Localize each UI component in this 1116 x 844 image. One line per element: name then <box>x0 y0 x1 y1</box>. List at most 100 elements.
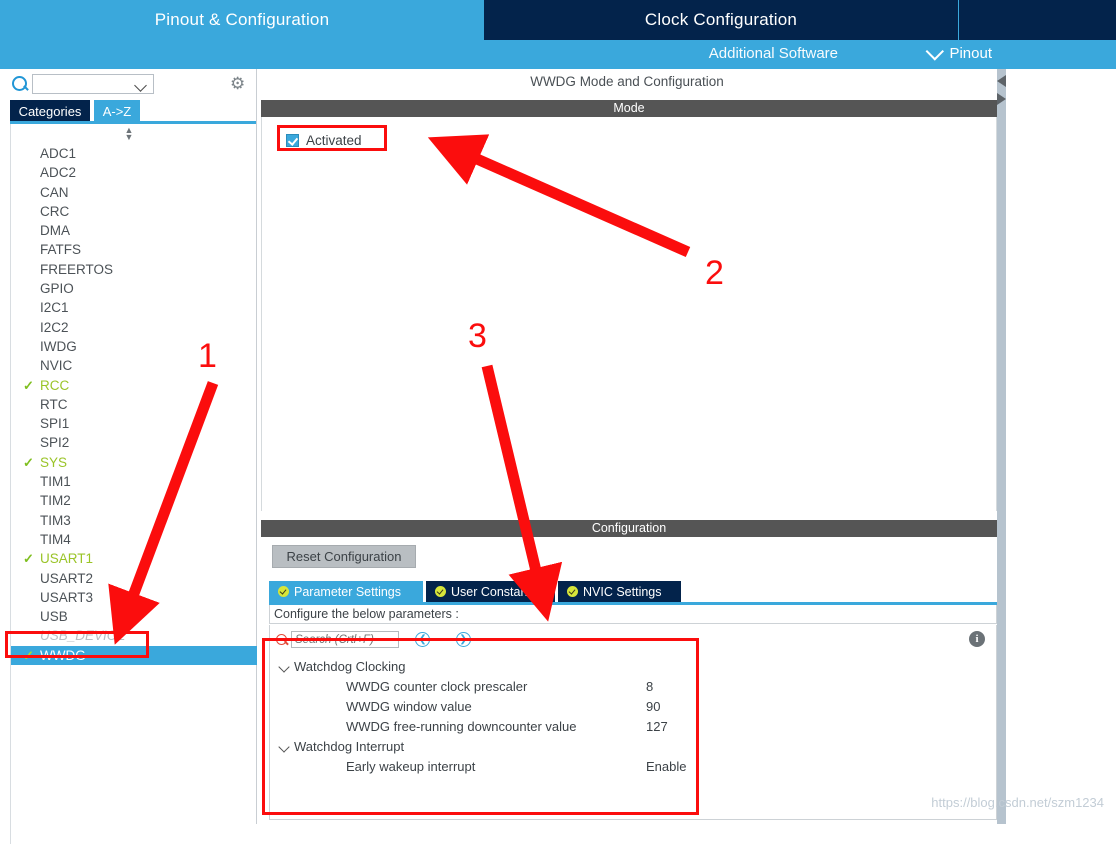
sidebar-item-i2c2[interactable]: I2C2 <box>11 318 257 337</box>
sidebar-item-label: FATFS <box>40 242 82 258</box>
sidebar-item-i2c1[interactable]: I2C1 <box>11 298 257 317</box>
sidebar-tab-az-label: A->Z <box>102 103 132 119</box>
sidebar-item-rtc[interactable]: RTC <box>11 395 257 414</box>
sidebar-tab-az[interactable]: A->Z <box>94 100 140 122</box>
annotation-number-2: 2 <box>705 254 724 292</box>
sidebar-search-combo[interactable] <box>32 74 154 94</box>
sidebar-item-tim3[interactable]: TIM3 <box>11 511 257 530</box>
gear-icon[interactable]: ⚙ <box>230 75 247 92</box>
sidebar-item-label: DMA <box>40 223 70 239</box>
sidebar-item-label: TIM2 <box>40 493 71 509</box>
sidebar-item-label: FREERTOS <box>40 261 114 277</box>
sidebar-item-freertos[interactable]: FREERTOS <box>11 260 257 279</box>
sidebar-item-adc1[interactable]: ADC1 <box>11 144 257 163</box>
peripheral-list-items: ADC1 ADC2 CAN CRC DMA FATFS FREERTOS GPIO I2C1 I2… <box>11 144 257 665</box>
parameter-group-header[interactable]: Watchdog Interrupt <box>276 737 976 757</box>
sidebar-item-label: SPI1 <box>40 416 70 432</box>
sidebar-item-fatfs[interactable]: FATFS <box>11 240 257 259</box>
tab-extra[interactable] <box>959 0 1116 40</box>
mode-section-body: Activated <box>261 117 997 511</box>
sidebar-item-label: USB <box>40 609 68 625</box>
sidebar-item-label: CRC <box>40 203 70 219</box>
sidebar-tab-categories-label: Categories <box>18 103 82 119</box>
sidebar-item-label: USB_DEVICE <box>40 628 126 644</box>
sidebar-item-tim1[interactable]: TIM1 <box>11 472 257 491</box>
sidebar-item-dma[interactable]: DMA <box>11 221 257 240</box>
parameter-group-header[interactable]: Watchdog Clocking <box>276 657 976 677</box>
sidebar-item-can[interactable]: CAN <box>11 183 257 202</box>
sidebar-item-label: TIM4 <box>40 531 71 547</box>
sidebar-item-wwdg[interactable]: WWDG <box>11 645 257 665</box>
sidebar-tab-categories[interactable]: Categories <box>10 100 90 122</box>
reset-configuration-button[interactable]: Reset Configuration <box>272 545 416 568</box>
info-icon[interactable]: i <box>969 631 985 647</box>
sidebar-item-tim2[interactable]: TIM2 <box>11 491 257 510</box>
parameter-value[interactable]: Enable <box>646 757 686 777</box>
sidebar-item-rcc[interactable]: RCC <box>11 376 257 396</box>
sidebar-item-tim4[interactable]: TIM4 <box>11 530 257 549</box>
parameter-row[interactable]: WWDG window value 90 <box>276 697 976 717</box>
configuration-section-body: Reset Configuration Parameter Settings U… <box>261 537 997 824</box>
sidebar-tabs: Categories A->Z <box>0 100 256 122</box>
parameter-tree: Watchdog Clocking WWDG counter clock pres… <box>276 657 976 777</box>
parameter-row[interactable]: Early wakeup interrupt Enable <box>276 757 976 777</box>
parameter-value[interactable]: 8 <box>646 677 653 697</box>
tab-pinout-configuration[interactable]: Pinout & Configuration <box>0 0 484 40</box>
search-icon <box>12 76 27 91</box>
chevron-left-circle-icon[interactable]: ❮ <box>415 632 430 647</box>
check-circle-icon <box>278 586 289 597</box>
parameter-search-input[interactable] <box>291 631 399 648</box>
panel-splitter[interactable] <box>997 69 1006 824</box>
collapse-left-icon[interactable] <box>997 75 1006 87</box>
activated-checkbox-row[interactable]: Activated <box>286 133 362 148</box>
parameter-group-label: Watchdog Clocking <box>294 659 406 674</box>
sidebar-item-label: I2C2 <box>40 319 69 335</box>
right-pane <box>1006 69 1116 824</box>
sidebar-item-adc2[interactable]: ADC2 <box>11 163 257 182</box>
sidebar-item-iwdg[interactable]: IWDG <box>11 337 257 356</box>
watermark: https://blog.csdn.net/szm1234 <box>931 795 1104 810</box>
parameter-row[interactable]: WWDG free-running downcounter value 127 <box>276 717 976 737</box>
parameter-row[interactable]: WWDG counter clock prescaler 8 <box>276 677 976 697</box>
sidebar-item-usart3[interactable]: USART3 <box>11 588 257 607</box>
activated-checkbox[interactable] <box>286 134 299 147</box>
parameter-name: WWDG window value <box>346 699 472 714</box>
parameter-group-label: Watchdog Interrupt <box>294 739 405 754</box>
configure-parameters-note: Configure the below parameters : <box>269 605 997 624</box>
sidebar-item-spi2[interactable]: SPI2 <box>11 433 257 452</box>
peripheral-list: ▲ ▼ ADC1 ADC2 CAN CRC DMA FATFS FREERTOS GPIO I2C… <box>10 124 257 844</box>
sidebar-item-crc[interactable]: CRC <box>11 202 257 221</box>
sidebar-item-gpio[interactable]: GPIO <box>11 279 257 298</box>
tab-user-constants[interactable]: User Constants <box>426 581 555 602</box>
additional-software-link[interactable]: Additional Software <box>709 45 838 62</box>
sidebar-item-label: GPIO <box>40 281 74 297</box>
parameter-value[interactable]: 127 <box>646 717 668 737</box>
chevron-down-icon <box>134 79 147 92</box>
mode-section-header: Mode <box>261 100 997 117</box>
sidebar-item-label: SYS <box>40 454 68 470</box>
annotation-number-1: 1 <box>198 337 217 375</box>
pinout-dropdown-label: Pinout <box>949 45 992 62</box>
sidebar-item-label: RCC <box>40 377 70 393</box>
scroll-spinner-icon[interactable]: ▲ ▼ <box>121 126 137 142</box>
sidebar-item-sys[interactable]: SYS <box>11 453 257 473</box>
tab-clock-configuration[interactable]: Clock Configuration <box>484 0 958 40</box>
collapse-right-icon[interactable] <box>997 93 1006 105</box>
tab-pinout-label: Pinout & Configuration <box>154 10 330 29</box>
parameter-value[interactable]: 90 <box>646 697 660 717</box>
sidebar-item-nvic[interactable]: NVIC <box>11 356 257 375</box>
pinout-dropdown[interactable]: Pinout <box>926 42 992 62</box>
sidebar-item-label: NVIC <box>40 358 73 374</box>
sidebar-item-spi1[interactable]: SPI1 <box>11 414 257 433</box>
sidebar-item-usb-device[interactable]: USB_DEVICE <box>11 626 257 645</box>
tab-parameter-settings[interactable]: Parameter Settings <box>269 581 423 602</box>
sidebar-item-usart2[interactable]: USART2 <box>11 569 257 588</box>
chevron-right-circle-icon[interactable]: ❯ <box>456 632 471 647</box>
tab-nvic-settings[interactable]: NVIC Settings <box>558 581 681 602</box>
sidebar-item-label: SPI2 <box>40 435 70 451</box>
main-panel: WWDG Mode and Configuration Mode Activat… <box>257 69 997 824</box>
sidebar-item-label: IWDG <box>40 338 77 354</box>
sidebar-item-usart1[interactable]: USART1 <box>11 549 257 569</box>
sidebar-item-label: ADC1 <box>40 146 77 161</box>
sidebar-item-usb[interactable]: USB <box>11 607 257 626</box>
